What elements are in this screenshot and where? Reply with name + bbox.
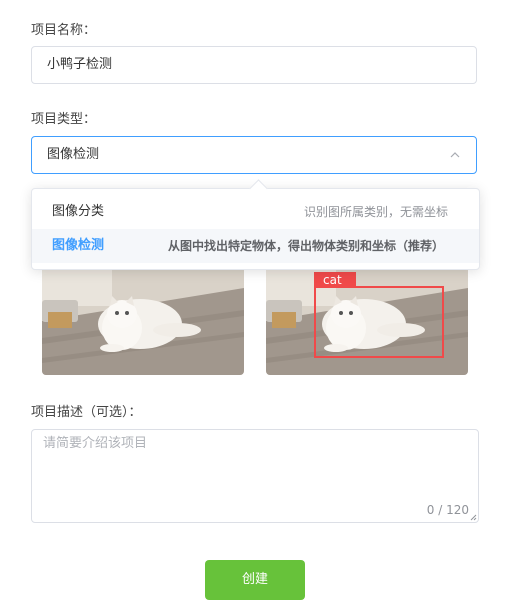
- detection-label: cat: [323, 273, 342, 287]
- character-counter: 0 / 120: [426, 503, 469, 517]
- option-name: 图像分类: [52, 204, 105, 219]
- option-name: 图像检测: [52, 238, 105, 253]
- project-type-dropdown: 图像分类 识别图所属类别，无需坐标 图像检测 从图中找出特定物体，得出物体类别和…: [31, 179, 480, 270]
- project-type-selected: 图像检测: [47, 147, 100, 162]
- create-button[interactable]: 创建: [205, 560, 305, 600]
- detection-example-image: cat: [266, 266, 468, 375]
- project-description-textarea[interactable]: 请简要介绍该项目 0 / 120: [31, 429, 479, 523]
- project-type-select[interactable]: 图像检测: [31, 136, 477, 174]
- option-description: 从图中找出特定物体，得出物体类别和坐标（推荐）: [167, 239, 444, 253]
- project-name-label: 项目名称：: [31, 23, 97, 38]
- resize-grip-icon[interactable]: [470, 514, 477, 521]
- option-image-classification[interactable]: 图像分类 识别图所属类别，无需坐标: [32, 195, 479, 229]
- description-placeholder: 请简要介绍该项目: [43, 436, 148, 451]
- project-description-label: 项目描述（可选）：: [31, 405, 142, 420]
- project-type-label: 项目类型：: [31, 112, 97, 127]
- project-name-value: 小鸭子检测: [47, 57, 113, 72]
- chevron-up-icon: [450, 152, 460, 158]
- option-image-detection[interactable]: 图像检测 从图中找出特定物体，得出物体类别和坐标（推荐）: [32, 229, 479, 263]
- classification-example-image: [42, 266, 244, 375]
- project-name-input[interactable]: 小鸭子检测: [31, 46, 477, 84]
- option-description: 识别图所属类别，无需坐标: [303, 205, 448, 219]
